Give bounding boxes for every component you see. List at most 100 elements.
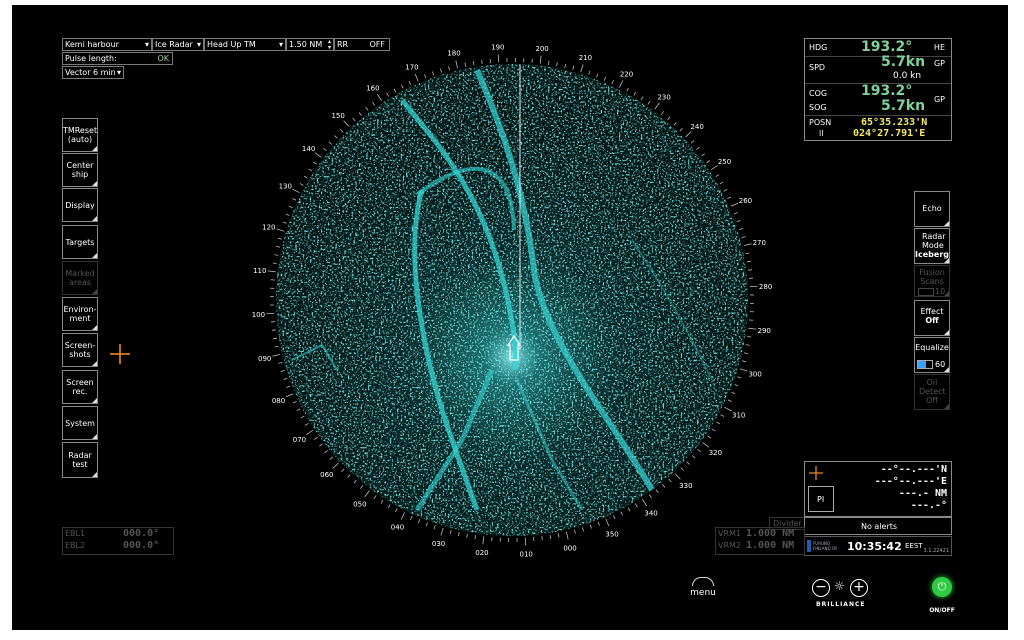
bearing-tick (743, 352, 749, 355)
pi-label: PI (817, 495, 825, 504)
location-select[interactable]: Kemi harbour ▾ (62, 38, 152, 51)
bearing-tick (667, 116, 671, 121)
ebl-panel[interactable]: EBL1 000.0° EBL2 000.0° (62, 527, 174, 555)
system-button[interactable]: System (62, 406, 98, 440)
bearing-tick (596, 73, 599, 78)
bearing-tick (474, 535, 476, 540)
bearing-label: 180 (447, 50, 460, 58)
fusion-scans-label: Fusion Scans (919, 268, 945, 286)
bearing-tick (549, 534, 552, 539)
bearing-tick (277, 237, 282, 240)
vector-select[interactable]: Vector 6 min ▾ (62, 66, 124, 79)
bearing-label: 130 (279, 182, 292, 190)
screenshots-button[interactable]: Screen- shots (62, 333, 98, 367)
bearing-tick (424, 74, 427, 79)
bearing-tick (401, 84, 404, 89)
brand-logo (807, 540, 811, 552)
bearing-tick (395, 508, 398, 513)
brand-text: FURUNO FINLAND OY (813, 541, 838, 551)
hdg-value: 193.2° (861, 39, 913, 55)
marked-areas-button[interactable]: Marked areas (62, 261, 98, 295)
bearing-tick (588, 70, 591, 75)
bearing-tick (280, 369, 285, 372)
sog-value: 5.7kn (881, 98, 926, 114)
clock-timezone: EEST (905, 542, 923, 550)
status-bar: FURUNO FINLAND OY 10:35:42 EEST 3.1.2242… (804, 536, 952, 556)
tm-reset-button[interactable]: TMReset (auto) (62, 118, 98, 152)
bearing-tick (464, 62, 467, 67)
radar-ppi-display[interactable]: 180 190 200 210 220 230 240 250 260 270 280 290 300 3… (252, 40, 772, 560)
bearing-tick (747, 336, 752, 338)
pi-button[interactable]: PI (808, 486, 834, 512)
oil-detect-button[interactable]: Oil Detect Off (914, 374, 950, 410)
radar-mode-button[interactable]: Radar Mode Iceberg (914, 228, 950, 264)
echo-label: Echo (922, 204, 942, 213)
bearing-tick (741, 236, 746, 238)
bearing-tick (739, 228, 744, 231)
bearing-tick (285, 213, 290, 216)
bearing-tick (711, 428, 716, 432)
bearing-label: 290 (758, 327, 771, 335)
bearing-tick (620, 511, 623, 516)
equalize-slider[interactable] (917, 360, 933, 369)
bearing-tick (472, 61, 475, 66)
bearing-label: 200 (535, 45, 548, 53)
center-ship-label: Center ship (66, 161, 94, 179)
screen-rec-button[interactable]: Screen rec. (62, 370, 98, 404)
tm-reset-label: TMReset (auto) (62, 126, 98, 144)
bearing-label: 070 (293, 436, 306, 444)
cog-label: COG (809, 89, 828, 98)
fusion-value: 10 (935, 287, 946, 296)
spd-label: SPD (809, 63, 826, 72)
bearing-tick (282, 221, 287, 224)
bearing-tick (300, 415, 305, 419)
bearing-label: 060 (320, 471, 333, 479)
mode-select[interactable]: Ice Radar ▾ (152, 38, 204, 51)
bearing-tick (746, 260, 751, 263)
bearing-tick (271, 329, 276, 331)
fusion-scans-control[interactable]: Fusion Scans 10 (914, 265, 950, 297)
bearing-tick (612, 515, 616, 520)
bearing-tick (414, 73, 419, 82)
brilliance-minus-icon[interactable]: − (812, 579, 830, 597)
menu-button[interactable]: menu (688, 577, 718, 598)
effect-button[interactable]: Effect Off (914, 300, 950, 336)
brilliance-plus-icon[interactable]: + (850, 579, 868, 597)
bearing-label: 000 (563, 544, 576, 552)
bearing-tick (292, 400, 297, 404)
bearing-tick (314, 152, 322, 158)
display-button[interactable]: Display (62, 188, 98, 222)
echo-button[interactable]: Echo (914, 191, 950, 227)
bearing-tick (365, 106, 369, 111)
bearing-tick (655, 489, 659, 494)
fusion-slider[interactable] (918, 288, 934, 296)
effect-value: Off (925, 316, 939, 325)
bearing-tick (581, 527, 584, 532)
bearing-tick (387, 504, 391, 509)
equalize-control[interactable]: Equalize 60 (914, 337, 950, 373)
brilliance-control[interactable]: − ☼ + BRILLIANCE (808, 577, 878, 613)
bearing-tick (425, 522, 428, 527)
radar-test-button[interactable]: Radar test (62, 442, 98, 478)
bearing-tick (448, 66, 450, 71)
bearing-label: 010 (519, 551, 532, 559)
radar-screen: Kemi harbour ▾ Ice Radar ▾ Head Up TM ▾ … (12, 5, 1008, 630)
center-ship-button[interactable]: Center ship (62, 153, 98, 187)
alert-bar[interactable]: No alerts (804, 517, 952, 535)
targets-button[interactable]: Targets (62, 225, 98, 259)
bearing-tick (696, 146, 700, 150)
power-button[interactable]: ⏻ ON/OFF (924, 577, 960, 614)
bearing-tick (627, 507, 631, 512)
vrm-panel[interactable]: VRM1 1.000 NM VRM2 1.000 NM (715, 527, 805, 555)
bearing-label: 050 (353, 500, 366, 508)
bearing-tick (386, 92, 390, 97)
bearing-label: 040 (391, 524, 404, 532)
environment-button[interactable]: Environ- ment (62, 297, 98, 331)
bearing-tick (466, 533, 468, 538)
bearing-tick (296, 408, 301, 411)
bearing-tick (318, 443, 323, 447)
equalize-slider-fill (918, 361, 927, 368)
clock-time: 10:35:42 (847, 540, 902, 553)
orientation-value: Head Up TM (207, 40, 256, 49)
bearing-tick (272, 262, 277, 264)
